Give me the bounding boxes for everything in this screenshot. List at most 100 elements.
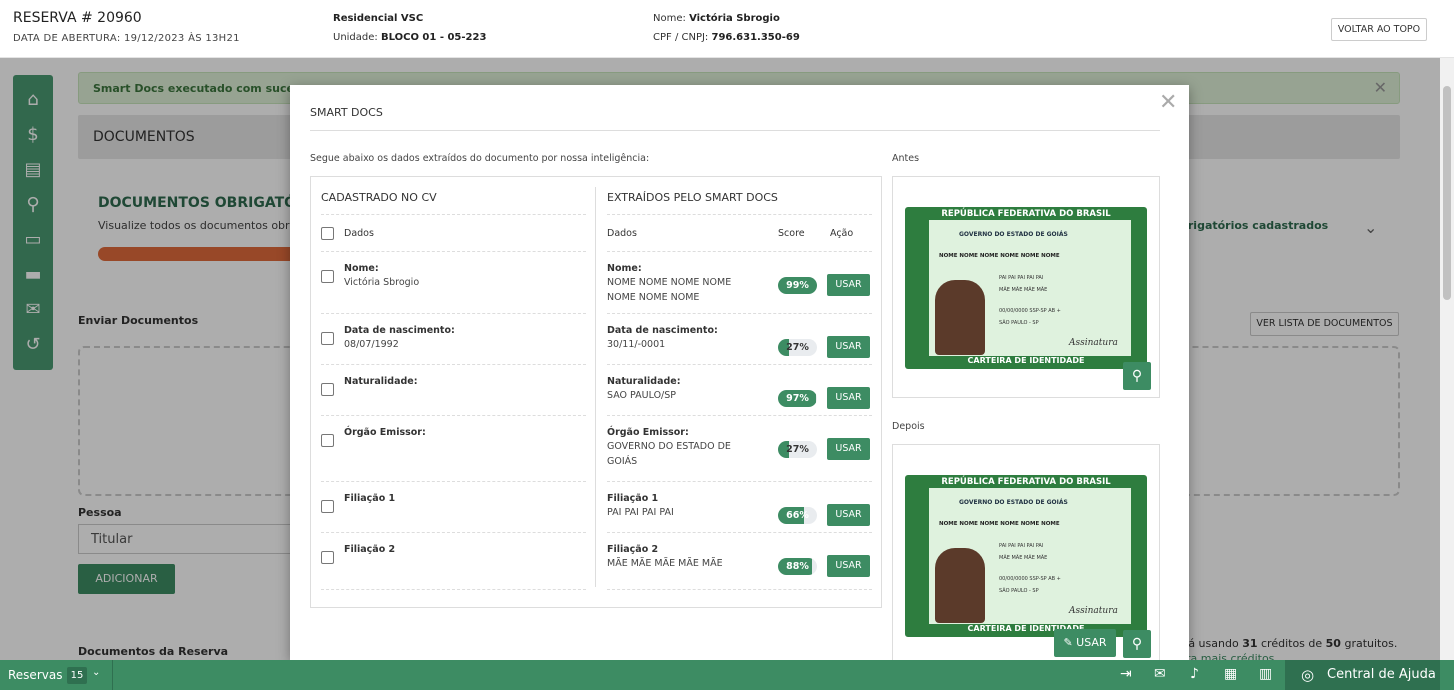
acao-header: Ação: [830, 228, 854, 239]
reservas-label[interactable]: Reservas: [8, 668, 62, 682]
card-filiacao: PAI PAI PAI PAI PAI: [999, 543, 1044, 549]
field-label: Naturalidade:: [344, 376, 418, 387]
id-card-image: REPÚBLICA FEDERATIVA DO BRASIL GOVERNO DO…: [905, 475, 1147, 637]
card-nasc: 00/00/0000 SSP-SP AB +: [999, 308, 1061, 314]
nome-value: Victória Sbrogio: [689, 13, 780, 24]
card-footer: CARTEIRA DE IDENTIDADE: [967, 356, 1085, 365]
modal-intro: Segue abaixo os dados extraídos do docum…: [310, 153, 650, 164]
field-label: Data de nascimento:: [344, 325, 455, 336]
score-badge: 99%: [778, 277, 817, 294]
extracted-value: PAI PAI PAI PAI: [607, 507, 674, 518]
cv-value: Victória Sbrogio: [344, 277, 420, 288]
usar-button[interactable]: USAR: [827, 438, 870, 460]
card-nasc: 00/00/0000 SSP-SP AB +: [999, 576, 1061, 582]
card-photo: [935, 280, 985, 355]
mail-icon[interactable]: ✉: [1154, 666, 1166, 682]
score-badge: 66%: [778, 507, 817, 524]
card-header: REPÚBLICA FEDERATIVA DO BRASIL: [941, 209, 1111, 219]
extracted-value: MÃE MÃE MÃE MÃE MÃE: [607, 558, 723, 569]
field-label: Data de nascimento:: [607, 325, 718, 336]
dados-header-ext: Dados: [607, 228, 637, 239]
extracted-value: GOVERNO DO ESTADO DE GOIÁS: [607, 441, 731, 467]
comparison-table: CADASTRADO NO CV Dados Nome: Victória Sbr…: [310, 176, 882, 608]
calendar-icon[interactable]: ▦: [1224, 666, 1237, 682]
field-label: Filiação 2: [344, 544, 396, 555]
card-nome: NOME NOME NOME NOME NOME NOME: [939, 253, 1060, 259]
cpf-label: CPF / CNPJ:: [653, 32, 709, 43]
field-checkbox[interactable]: [321, 332, 334, 345]
extracted-value: 30/11/-0001: [607, 339, 666, 350]
field-label: Filiação 1: [607, 493, 659, 504]
page-header: RESERVA # 20960 DATA DE ABERTURA: 19/12/…: [0, 0, 1454, 58]
data-abertura: DATA DE ABERTURA: 19/12/2023 ÀS 13H21: [13, 33, 240, 44]
antes-image-box: REPÚBLICA FEDERATIVA DO BRASIL GOVERNO DO…: [892, 176, 1160, 398]
zoom-search-icon[interactable]: ⚲: [1123, 362, 1151, 390]
usar-button[interactable]: USAR: [827, 336, 870, 358]
bottom-bar: Reservas 15 ⌄ ⇥ ✉ ♪ ▦ ▥ ◎ Central de Ajud…: [0, 660, 1454, 690]
score-badge: 27%: [778, 441, 817, 458]
field-checkbox[interactable]: [321, 270, 334, 283]
edit-icon: ✎: [1063, 636, 1077, 649]
dados-header: Dados: [344, 228, 374, 239]
id-card-image: REPÚBLICA FEDERATIVA DO BRASIL GOVERNO DO…: [905, 207, 1147, 369]
usar-image-button[interactable]: ✎ USAR: [1054, 629, 1116, 657]
score-header: Score: [778, 228, 805, 239]
sign-in-icon[interactable]: ⇥: [1120, 666, 1132, 682]
extracted-value: SAO PAULO/SP: [607, 390, 677, 401]
usar-button[interactable]: USAR: [827, 504, 870, 526]
card-header: REPÚBLICA FEDERATIVA DO BRASIL: [941, 477, 1111, 487]
field-label: Órgão Emissor:: [344, 427, 426, 438]
card-mae: MÃE MÃE MÃE MÃE: [999, 287, 1048, 293]
card-gov: GOVERNO DO ESTADO DE GOIÁS: [959, 499, 1068, 506]
reservas-count-badge: 15: [67, 667, 87, 684]
card-signature: Assinatura: [1069, 338, 1118, 348]
close-icon[interactable]: ✕: [1159, 90, 1177, 115]
empreendimento: Residencial VSC: [333, 13, 424, 24]
card-photo: [935, 548, 985, 623]
unidade-value: BLOCO 01 - 05-223: [380, 32, 487, 43]
field-checkbox[interactable]: [321, 500, 334, 513]
cv-value: 08/07/1992: [344, 339, 399, 350]
cadastrado-header: CADASTRADO NO CV: [321, 191, 437, 204]
field-label: Naturalidade:: [607, 376, 681, 387]
antes-label: Antes: [892, 153, 920, 164]
field-checkbox[interactable]: [321, 434, 334, 447]
depois-label: Depois: [892, 421, 925, 432]
cpf-value: 796.631.350-69: [711, 32, 800, 43]
extraidos-header: EXTRAÍDOS PELO SMART DOCS: [607, 191, 778, 204]
field-label: Filiação 1: [344, 493, 396, 504]
score-badge: 27%: [778, 339, 817, 356]
card-gov: GOVERNO DO ESTADO DE GOIÁS: [959, 231, 1068, 238]
smart-docs-modal: SMART DOCS ✕ Segue abaixo os dados extra…: [290, 85, 1189, 674]
unidade-label: Unidade:: [333, 32, 378, 43]
central-de-ajuda-button[interactable]: ◎ Central de Ajuda: [1285, 660, 1440, 690]
field-checkbox[interactable]: [321, 383, 334, 396]
usar-button[interactable]: USAR: [827, 274, 870, 296]
card-natural: SÃO PAULO - SP: [999, 588, 1039, 594]
modal-title: SMART DOCS: [310, 106, 383, 119]
field-label: Nome:: [607, 263, 642, 274]
score-badge: 88%: [778, 558, 817, 575]
field-checkbox[interactable]: [321, 551, 334, 564]
select-all-checkbox[interactable]: [321, 227, 334, 240]
field-label: Órgão Emissor:: [607, 427, 689, 438]
voltar-ao-topo-button[interactable]: VOLTAR AO TOPO: [1331, 18, 1427, 41]
usar-button[interactable]: USAR: [827, 555, 870, 577]
extracted-value: NOME NOME NOME NOME NOME NOME NOME: [607, 277, 732, 303]
calculator-icon[interactable]: ▥: [1259, 666, 1272, 682]
card-natural: SÃO PAULO - SP: [999, 320, 1039, 326]
field-label: Nome:: [344, 263, 379, 274]
card-mae: MÃE MÃE MÃE MÃE: [999, 555, 1048, 561]
card-nome: NOME NOME NOME NOME NOME NOME: [939, 521, 1060, 527]
card-signature: Assinatura: [1069, 606, 1118, 616]
bell-icon[interactable]: ♪: [1190, 666, 1199, 682]
chat-icon: ◎: [1301, 666, 1315, 684]
zoom-search-icon[interactable]: ⚲: [1123, 630, 1151, 658]
score-badge: 97%: [778, 390, 817, 407]
depois-image-box: REPÚBLICA FEDERATIVA DO BRASIL GOVERNO DO…: [892, 444, 1160, 674]
chevron-down-icon[interactable]: ⌄: [92, 667, 100, 678]
page-scrollbar[interactable]: [1440, 58, 1454, 660]
field-label: Filiação 2: [607, 544, 659, 555]
usar-button[interactable]: USAR: [827, 387, 870, 409]
reserva-number: RESERVA # 20960: [13, 10, 142, 26]
